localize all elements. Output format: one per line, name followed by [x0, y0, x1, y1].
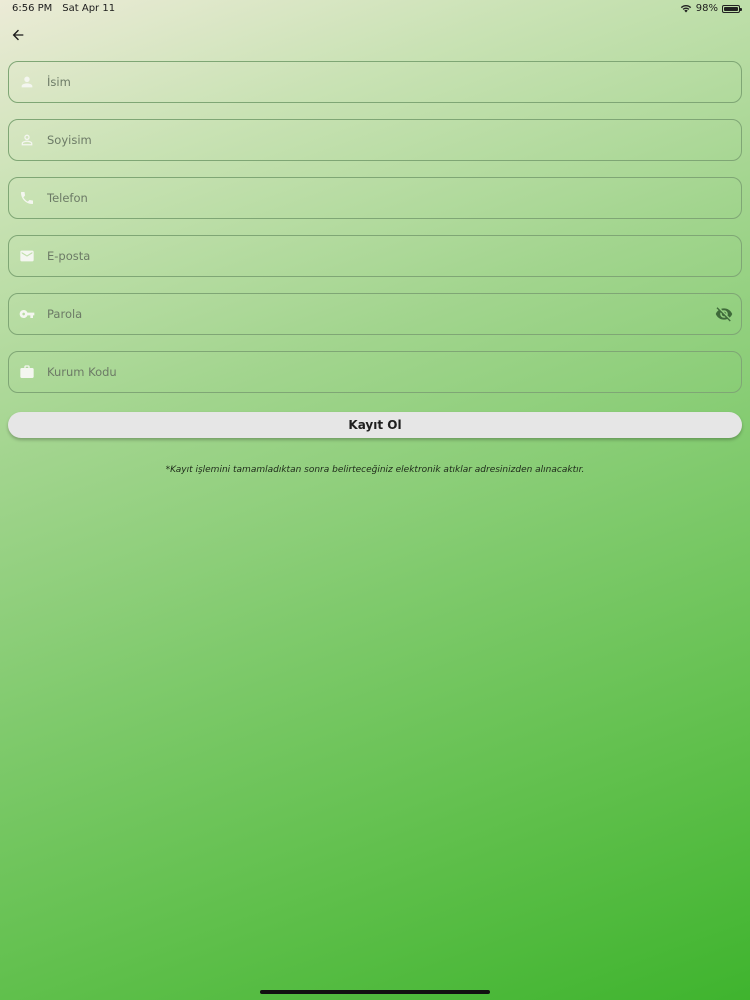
status-time: 6:56 PM	[12, 3, 53, 14]
register-button[interactable]: Kayıt Ol	[8, 412, 742, 438]
status-bar: 6:56 PM Sat Apr 11 98%	[0, 0, 750, 18]
password-visibility-toggle[interactable]	[715, 305, 733, 323]
key-icon	[18, 305, 36, 323]
person-icon	[18, 73, 36, 91]
name-input[interactable]	[47, 62, 687, 102]
surname-field[interactable]	[8, 119, 742, 161]
registration-form	[8, 61, 742, 409]
phone-icon	[18, 189, 36, 207]
password-field[interactable]	[8, 293, 742, 335]
status-date: Sat Apr 11	[62, 3, 116, 14]
person-outline-icon	[18, 131, 36, 149]
wifi-icon	[680, 4, 691, 13]
institution-code-input[interactable]	[47, 352, 687, 392]
back-button[interactable]	[8, 25, 28, 45]
institution-code-field[interactable]	[8, 351, 742, 393]
phone-field[interactable]	[8, 177, 742, 219]
email-input[interactable]	[47, 236, 687, 276]
briefcase-icon	[18, 363, 36, 381]
password-input[interactable]	[47, 294, 687, 334]
email-field[interactable]	[8, 235, 742, 277]
phone-input[interactable]	[47, 178, 687, 218]
name-field[interactable]	[8, 61, 742, 103]
mail-icon	[18, 247, 36, 265]
battery-percentage: 98%	[695, 3, 718, 14]
surname-input[interactable]	[47, 120, 687, 160]
arrow-left-icon	[12, 29, 24, 41]
battery-icon	[722, 4, 742, 13]
home-indicator	[260, 990, 490, 994]
registration-notice: *Kayıt işlemini tamamladıktan sonra beli…	[165, 465, 585, 475]
eye-off-icon	[715, 307, 733, 322]
